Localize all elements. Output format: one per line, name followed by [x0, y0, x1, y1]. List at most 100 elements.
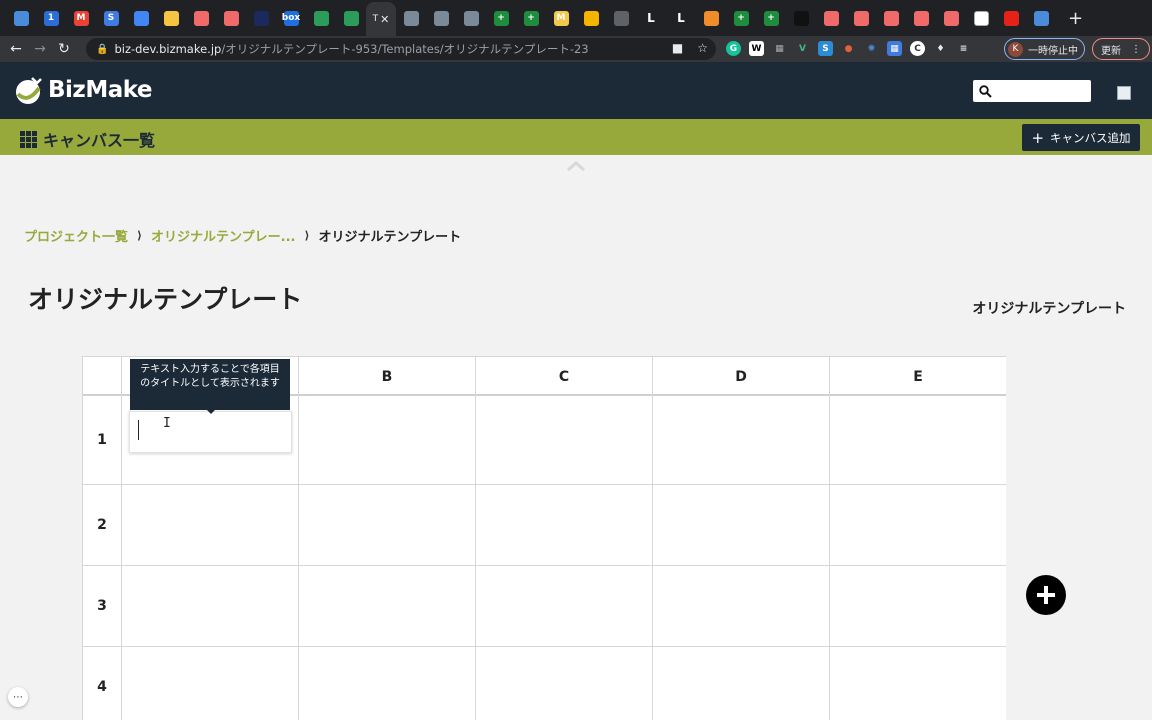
canvas-list-link[interactable]: キャンバス一覧 — [20, 127, 155, 151]
browser-tab[interactable] — [846, 3, 876, 33]
profile-status: 一時停止中 — [1028, 45, 1078, 57]
browser-tab[interactable] — [876, 3, 906, 33]
bizmake-logo[interactable]: BizMake — [12, 74, 152, 106]
reading-list-icon[interactable]: ≡ — [956, 41, 971, 56]
browser-tab[interactable]: M — [66, 3, 96, 33]
browser-tab[interactable] — [126, 3, 156, 33]
add-row-button[interactable] — [1026, 575, 1066, 615]
grammarly-icon[interactable]: G — [726, 41, 741, 56]
grid-cell[interactable] — [299, 647, 476, 720]
browser-tab[interactable] — [816, 3, 846, 33]
grid-cell[interactable] — [299, 396, 476, 484]
browser-tab[interactable]: box — [276, 3, 306, 33]
browser-tab[interactable] — [6, 3, 36, 33]
reload-icon[interactable]: ↻ — [52, 41, 76, 57]
bug-extension-icon[interactable]: ● — [841, 41, 856, 56]
browser-tab[interactable] — [186, 3, 216, 33]
browser-tab[interactable] — [786, 3, 816, 33]
grid-cell[interactable] — [653, 485, 830, 565]
browser-tab[interactable] — [906, 3, 936, 33]
browser-tab[interactable] — [576, 3, 606, 33]
browser-tab[interactable] — [606, 3, 636, 33]
grid-cell[interactable] — [476, 396, 653, 484]
row-number: 2 — [83, 485, 122, 565]
browser-tab[interactable]: 1 — [36, 3, 66, 33]
grid-cell[interactable] — [653, 647, 830, 720]
browser-tab[interactable] — [696, 3, 726, 33]
browser-tab[interactable]: M — [546, 3, 576, 33]
browser-tab[interactable] — [1026, 3, 1056, 33]
browser-tab[interactable]: + — [516, 3, 546, 33]
browser-tab[interactable] — [966, 3, 996, 33]
s-extension-icon[interactable]: S — [818, 41, 833, 56]
browser-tab[interactable] — [156, 3, 186, 33]
vue-devtools-icon[interactable]: V — [795, 41, 810, 56]
onepassword-icon: 1 — [43, 10, 59, 26]
column-header-c[interactable]: C — [476, 357, 653, 396]
browser-tab[interactable] — [246, 3, 276, 33]
puzzle-extensions-icon[interactable]: ♦ — [933, 41, 948, 56]
grid-cell[interactable] — [122, 566, 299, 646]
browser-tab[interactable]: + — [486, 3, 516, 33]
user-image[interactable] — [1117, 86, 1131, 100]
back-icon[interactable]: ← — [4, 41, 28, 57]
add-canvas-button[interactable]: + キャンバス追加 — [1022, 124, 1140, 151]
chevron-up-icon[interactable] — [566, 160, 586, 172]
grid-cell[interactable] — [122, 485, 299, 565]
camera-icon[interactable]: ■ — [672, 41, 683, 55]
row-number: 3 — [83, 566, 122, 646]
sheet-m-icon — [343, 10, 359, 26]
grid-cell[interactable] — [122, 647, 299, 720]
browser-tab[interactable] — [996, 3, 1026, 33]
notes-icon — [163, 10, 179, 26]
browser-tab[interactable]: L — [666, 3, 696, 33]
plus-sheet-icon: + — [763, 10, 779, 26]
browser-tab-active[interactable]: T ✕ — [366, 2, 396, 36]
grid-cell[interactable] — [476, 485, 653, 565]
browser-tab[interactable]: L — [636, 3, 666, 33]
browser-tab[interactable] — [306, 3, 336, 33]
new-tab-icon[interactable]: + — [1068, 8, 1083, 29]
menu-kebab-icon[interactable]: ⋮ — [1131, 44, 1141, 55]
browser-tab[interactable]: + — [726, 3, 756, 33]
browser-tab[interactable] — [426, 3, 456, 33]
grid-cell[interactable] — [830, 485, 1006, 565]
grid-cell[interactable] — [653, 566, 830, 646]
grid-cell[interactable] — [830, 396, 1006, 484]
browser-tab[interactable] — [456, 3, 486, 33]
sun-extension-icon[interactable]: ✺ — [864, 41, 879, 56]
column-header-b[interactable]: B — [299, 357, 476, 396]
tab-close-icon[interactable]: ✕ — [380, 13, 389, 26]
column-header-e[interactable]: E — [830, 357, 1006, 396]
profile-button[interactable]: K 一時停止中 — [1004, 38, 1085, 60]
grid-cell[interactable] — [653, 396, 830, 484]
grid-cell[interactable] — [830, 647, 1006, 720]
table-extension-icon[interactable]: ▦ — [887, 41, 902, 56]
browser-tab[interactable] — [216, 3, 246, 33]
browser-tab[interactable]: + — [756, 3, 786, 33]
cell-title-input[interactable] — [129, 411, 292, 453]
browser-tab[interactable] — [336, 3, 366, 33]
grid-cell[interactable] — [299, 566, 476, 646]
cc-extension-icon[interactable]: C — [910, 41, 925, 56]
grid-cell[interactable] — [830, 566, 1006, 646]
grid-cell[interactable] — [476, 566, 653, 646]
grid-cell[interactable] — [299, 485, 476, 565]
l-icon: L — [643, 10, 659, 26]
bookmark-star-icon[interactable]: ☆ — [697, 41, 708, 55]
browser-tab[interactable]: S — [96, 3, 126, 33]
update-button[interactable]: 更新 ⋮ — [1092, 38, 1150, 60]
search-input[interactable] — [973, 80, 1091, 102]
grid-extension-icon[interactable]: ▦ — [772, 41, 787, 56]
w-extension-icon[interactable]: W — [749, 41, 764, 56]
browser-tab[interactable] — [396, 3, 426, 33]
breadcrumb-parent[interactable]: オリジナルテンプレー... — [151, 226, 295, 245]
column-header-d[interactable]: D — [653, 357, 830, 396]
forward-icon[interactable]: → — [28, 41, 52, 57]
address-bar[interactable]: 🔒 biz-dev.bizmake.jp /オリジナルテンプレート-953/Te… — [86, 38, 716, 60]
more-options-icon[interactable]: ⋯ — [8, 687, 28, 707]
breadcrumb-project-list[interactable]: プロジェクト一覧 — [24, 226, 128, 245]
grid-cell[interactable] — [476, 647, 653, 720]
page-title: オリジナルテンプレート — [28, 285, 303, 314]
browser-tab[interactable] — [936, 3, 966, 33]
